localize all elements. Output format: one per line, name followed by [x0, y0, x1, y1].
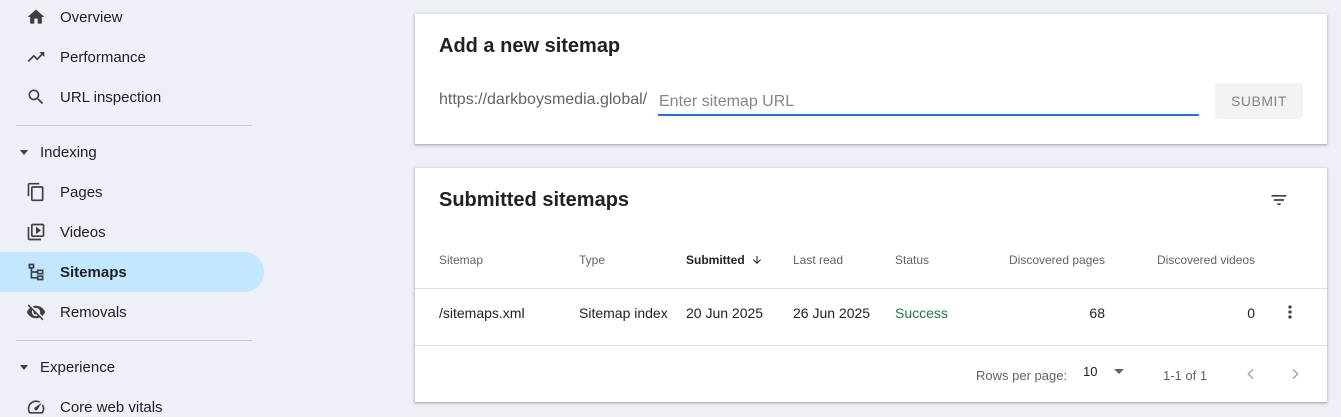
sidebar-item-label: Core web vitals: [60, 398, 163, 416]
cell-sitemap: /sitemaps.xml: [439, 305, 525, 321]
column-header-last-read[interactable]: Last read: [793, 253, 843, 267]
column-header-type[interactable]: Type: [579, 253, 605, 267]
dropdown-arrow-icon: [1114, 369, 1125, 374]
rows-per-page-label: Rows per page:: [976, 368, 1068, 383]
cell-last-read: 26 Jun 2025: [793, 305, 871, 321]
sidebar-item-sitemaps[interactable]: Sitemaps: [0, 252, 264, 292]
sidebar-item-videos[interactable]: Videos: [0, 212, 264, 252]
sidebar-item-label: Removals: [60, 303, 127, 321]
card-title: Add a new sitemap: [439, 35, 621, 57]
column-header-discovered-videos[interactable]: Discovered videos: [1157, 253, 1255, 267]
arrow-down-icon: [752, 256, 761, 264]
sidebar-item-label: URL inspection: [60, 88, 162, 106]
sidebar-divider: [16, 125, 252, 126]
submit-button[interactable]: SUBMIT: [1215, 83, 1303, 119]
sidebar-item-core-web-vitals[interactable]: Core web vitals: [0, 387, 264, 417]
add-sitemap-card: Add a new sitemap https://darkboysmedia.…: [415, 14, 1327, 144]
sitemap-icon: [26, 262, 46, 282]
submitted-sitemaps-card: Submitted sitemaps Sitemap Type Submitte…: [415, 168, 1327, 402]
next-page-button[interactable]: [1285, 364, 1305, 384]
cell-discovered-videos: 0: [1247, 305, 1255, 321]
home-icon: [26, 7, 46, 27]
cell-submitted: 20 Jun 2025: [686, 305, 764, 321]
sidebar-item-url-inspection[interactable]: URL inspection: [0, 77, 264, 117]
rows-per-page-value: 10: [1083, 364, 1098, 379]
sidebar-section-indexing[interactable]: Indexing: [0, 136, 264, 168]
sitemap-url-prefix: https://darkboysmedia.global/: [439, 91, 648, 108]
cell-discovered-pages: 68: [1089, 305, 1105, 321]
caret-down-icon: [20, 364, 28, 370]
filter-icon: [1271, 195, 1287, 205]
column-header-discovered-pages[interactable]: Discovered pages: [1009, 253, 1105, 267]
chevron-left-icon: [1247, 368, 1254, 380]
column-header-status[interactable]: Status: [895, 253, 929, 267]
sidebar-item-label: Pages: [60, 183, 103, 201]
card-title: Submitted sitemaps: [439, 189, 630, 211]
section-heading: Experience: [40, 358, 116, 376]
sidebar-item-label: Videos: [60, 223, 106, 241]
videos-icon: [26, 222, 46, 242]
cell-type: Sitemap index: [579, 305, 668, 321]
caret-down-icon: [20, 149, 28, 155]
removals-icon: [26, 302, 46, 322]
sitemap-url-input[interactable]: [658, 90, 1199, 116]
sidebar-item-pages[interactable]: Pages: [0, 172, 264, 212]
pages-icon: [26, 182, 46, 202]
chevron-right-icon: [1292, 368, 1299, 380]
pagination-range: 1-1 of 1: [1163, 368, 1208, 383]
gauge-icon: [26, 397, 46, 417]
sidebar: Overview Performance URL inspection Inde…: [0, 0, 268, 417]
column-header-sitemap[interactable]: Sitemap: [439, 253, 483, 267]
sidebar-item-label: Sitemaps: [60, 263, 127, 281]
section-heading: Indexing: [40, 143, 97, 161]
search-icon: [26, 87, 46, 107]
status-badge: Success: [895, 305, 948, 321]
sidebar-section-experience[interactable]: Experience: [0, 351, 264, 383]
more-options-button[interactable]: [1280, 299, 1300, 325]
sidebar-item-removals[interactable]: Removals: [0, 292, 264, 332]
sidebar-item-label: Performance: [60, 48, 146, 66]
column-header-label: Submitted: [686, 253, 745, 267]
sidebar-item-performance[interactable]: Performance: [0, 37, 264, 77]
table-divider: [415, 288, 1327, 289]
table-divider: [415, 345, 1327, 346]
previous-page-button[interactable]: [1241, 364, 1261, 384]
sidebar-item-label: Overview: [60, 8, 123, 26]
column-header-submitted[interactable]: Submitted: [686, 253, 763, 267]
sidebar-item-overview[interactable]: Overview: [0, 0, 264, 37]
trending-up-icon: [26, 47, 46, 67]
more-vert-icon: [1288, 305, 1292, 319]
sidebar-divider: [16, 340, 252, 341]
rows-per-page-select[interactable]: 10: [1083, 364, 1125, 379]
filter-button[interactable]: [1265, 186, 1293, 214]
